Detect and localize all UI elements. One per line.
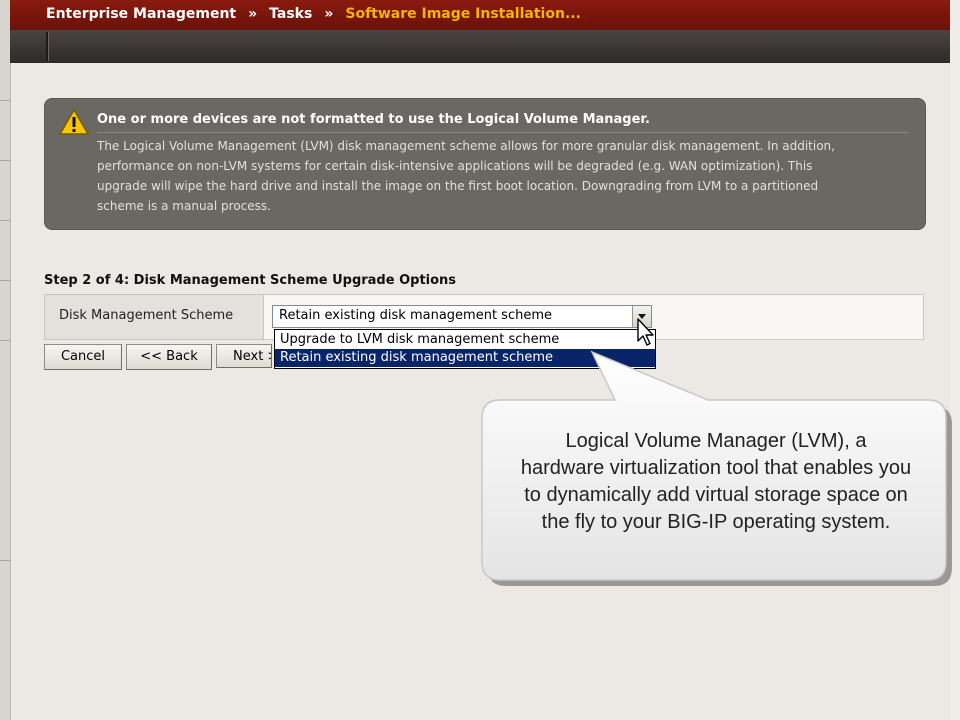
mouse-pointer-icon	[637, 318, 654, 346]
callout-line: Logical Volume Manager (LVM), a	[565, 430, 867, 452]
callout-line: the fly to your BIG-IP operating system.	[541, 511, 891, 533]
annotation-callout	[481, 350, 952, 586]
callout-line: to dynamically add virtual storage space…	[524, 484, 908, 506]
callout-text: Logical Volume Manager (LVM), a hardware…	[488, 428, 944, 536]
callout-line: hardware virtualization tool that enable…	[520, 457, 912, 479]
